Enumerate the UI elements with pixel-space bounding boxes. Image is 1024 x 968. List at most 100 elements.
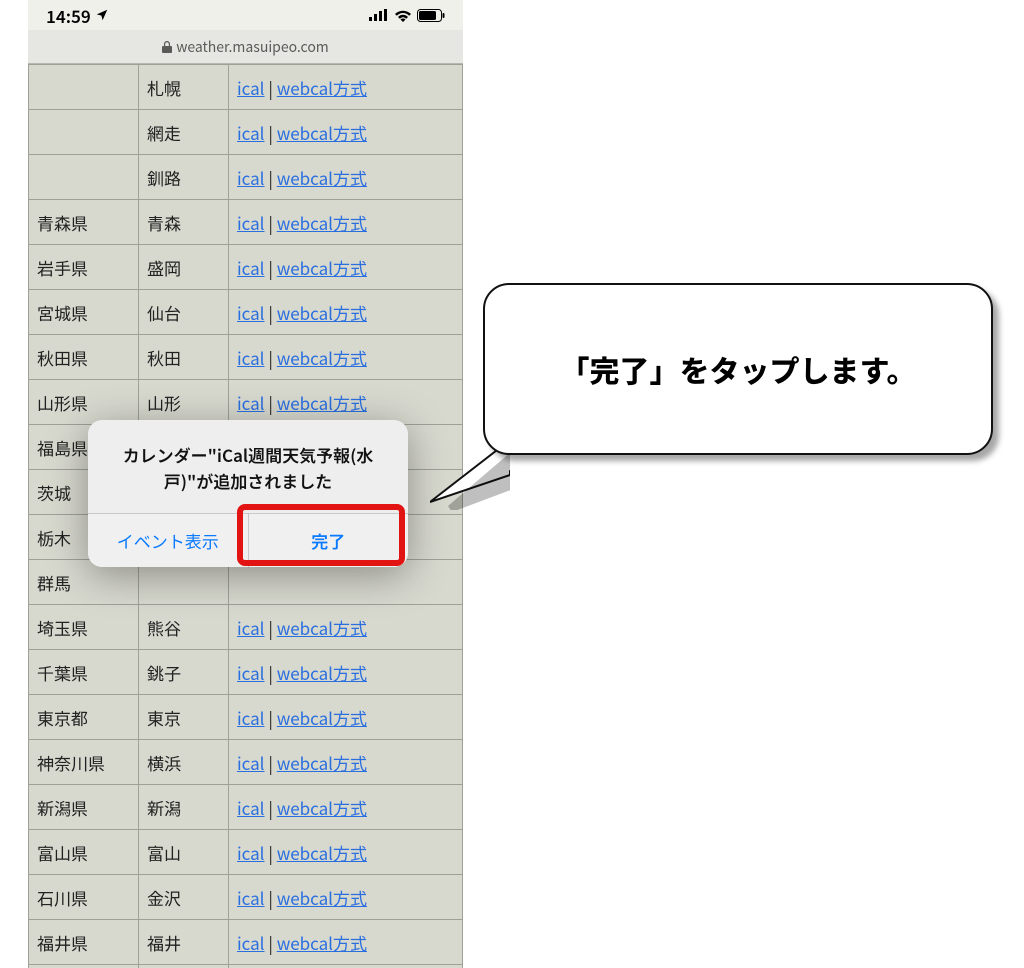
webcal-link[interactable]: webcal方式 xyxy=(277,660,367,685)
ical-link[interactable]: ical xyxy=(237,300,265,325)
city-cell: 札幌 xyxy=(139,65,229,110)
ical-link[interactable]: ical xyxy=(237,840,265,865)
location-arrow-icon xyxy=(95,8,109,22)
city-cell: 秋田 xyxy=(139,335,229,380)
link-separator: | xyxy=(265,390,277,415)
city-cell: 青森 xyxy=(139,200,229,245)
status-time: 14:59 xyxy=(46,3,91,28)
link-separator: | xyxy=(265,75,277,100)
ical-link[interactable]: ical xyxy=(237,615,265,640)
links-cell: ical | webcal方式 xyxy=(229,335,463,380)
alert-message: カレンダー"iCal週間天気予報(水戸)"が追加されました xyxy=(88,420,408,513)
city-cell: 甲府 xyxy=(139,965,229,968)
ical-link[interactable]: ical xyxy=(237,255,265,280)
pref-cell: 福井県 xyxy=(29,920,139,965)
ical-link[interactable]: ical xyxy=(237,165,265,190)
ical-link[interactable]: ical xyxy=(237,75,265,100)
pref-cell: 埼玉県 xyxy=(29,605,139,650)
webcal-link[interactable]: webcal方式 xyxy=(277,165,367,190)
pref-cell: 山形県 xyxy=(29,380,139,425)
table-row: 岩手県盛岡ical | webcal方式 xyxy=(29,245,463,290)
city-cell: 釧路 xyxy=(139,155,229,200)
link-separator: | xyxy=(265,705,277,730)
links-cell: ical | webcal方式 xyxy=(229,785,463,830)
pref-cell: 神奈川県 xyxy=(29,740,139,785)
links-cell: ical | webcal方式 xyxy=(229,965,463,968)
ical-link[interactable]: ical xyxy=(237,885,265,910)
city-cell: 網走 xyxy=(139,110,229,155)
city-cell: 銚子 xyxy=(139,650,229,695)
links-cell: ical | webcal方式 xyxy=(229,920,463,965)
pref-cell xyxy=(29,155,139,200)
webcal-link[interactable]: webcal方式 xyxy=(277,885,367,910)
table-row: 東京都東京ical | webcal方式 xyxy=(29,695,463,740)
link-separator: | xyxy=(265,255,277,280)
webcal-link[interactable]: webcal方式 xyxy=(277,255,367,280)
table-row: 山梨県甲府ical | webcal方式 xyxy=(29,965,463,968)
city-cell: 横浜 xyxy=(139,740,229,785)
ical-link[interactable]: ical xyxy=(237,390,265,415)
link-separator: | xyxy=(265,840,277,865)
links-cell: ical | webcal方式 xyxy=(229,200,463,245)
table-row: 山形県山形ical | webcal方式 xyxy=(29,380,463,425)
pref-cell: 秋田県 xyxy=(29,335,139,380)
links-cell: ical | webcal方式 xyxy=(229,740,463,785)
webcal-link[interactable]: webcal方式 xyxy=(277,75,367,100)
table-row: 秋田県秋田ical | webcal方式 xyxy=(29,335,463,380)
link-separator: | xyxy=(265,615,277,640)
link-separator: | xyxy=(265,930,277,955)
alert-done-button[interactable]: 完了 xyxy=(248,514,409,567)
webcal-link[interactable]: webcal方式 xyxy=(277,300,367,325)
ical-link[interactable]: ical xyxy=(237,660,265,685)
status-left: 14:59 xyxy=(46,3,109,28)
link-separator: | xyxy=(265,165,277,190)
webcal-link[interactable]: webcal方式 xyxy=(277,795,367,820)
links-cell: ical | webcal方式 xyxy=(229,695,463,740)
city-cell: 金沢 xyxy=(139,875,229,920)
table-row: 青森県青森ical | webcal方式 xyxy=(29,200,463,245)
city-cell: 福井 xyxy=(139,920,229,965)
alert-show-events-button[interactable]: イベント表示 xyxy=(88,514,248,567)
pref-cell: 富山県 xyxy=(29,830,139,875)
battery-icon xyxy=(417,9,445,22)
link-separator: | xyxy=(265,120,277,145)
city-cell: 仙台 xyxy=(139,290,229,335)
webcal-link[interactable]: webcal方式 xyxy=(277,750,367,775)
webcal-link[interactable]: webcal方式 xyxy=(277,615,367,640)
links-cell: ical | webcal方式 xyxy=(229,830,463,875)
ical-link[interactable]: ical xyxy=(237,750,265,775)
webcal-link[interactable]: webcal方式 xyxy=(277,930,367,955)
link-separator: | xyxy=(265,345,277,370)
wifi-icon xyxy=(394,9,412,22)
callout-text: 「完了」をタップします。 xyxy=(560,347,917,391)
ical-link[interactable]: ical xyxy=(237,930,265,955)
webcal-link[interactable]: webcal方式 xyxy=(277,705,367,730)
link-separator: | xyxy=(265,795,277,820)
links-cell: ical | webcal方式 xyxy=(229,605,463,650)
webcal-link[interactable]: webcal方式 xyxy=(277,210,367,235)
ical-link[interactable]: ical xyxy=(237,345,265,370)
status-right xyxy=(369,9,445,22)
webcal-link[interactable]: webcal方式 xyxy=(277,120,367,145)
table-row: 新潟県新潟ical | webcal方式 xyxy=(29,785,463,830)
city-cell: 新潟 xyxy=(139,785,229,830)
links-cell: ical | webcal方式 xyxy=(229,110,463,155)
pref-cell: 千葉県 xyxy=(29,650,139,695)
webcal-link[interactable]: webcal方式 xyxy=(277,345,367,370)
ical-link[interactable]: ical xyxy=(237,705,265,730)
link-separator: | xyxy=(265,300,277,325)
links-cell: ical | webcal方式 xyxy=(229,875,463,920)
table-row: 石川県金沢ical | webcal方式 xyxy=(29,875,463,920)
alert-button-row: イベント表示 完了 xyxy=(88,513,408,567)
links-cell: ical | webcal方式 xyxy=(229,245,463,290)
instruction-callout: 「完了」をタップします。 xyxy=(483,283,993,455)
webcal-link[interactable]: webcal方式 xyxy=(277,840,367,865)
city-cell: 盛岡 xyxy=(139,245,229,290)
links-cell: ical | webcal方式 xyxy=(229,650,463,695)
ical-link[interactable]: ical xyxy=(237,120,265,145)
link-separator: | xyxy=(265,750,277,775)
ical-link[interactable]: ical xyxy=(237,795,265,820)
webcal-link[interactable]: webcal方式 xyxy=(277,390,367,415)
url-bar[interactable]: weather.masuipeo.com xyxy=(28,30,463,64)
ical-link[interactable]: ical xyxy=(237,210,265,235)
